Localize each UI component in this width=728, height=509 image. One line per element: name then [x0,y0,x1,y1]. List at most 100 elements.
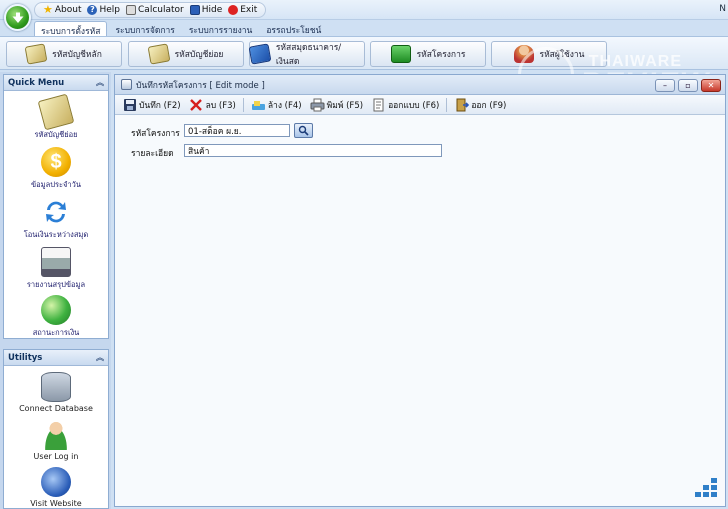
window-toolbar: บันทึก (F2) ลบ (F3) ล้าง (F4) พิมพ์ (F5)… [115,95,725,115]
tab-setup-codes[interactable]: ระบบการตั้งรหัส [34,21,108,37]
minimize-button[interactable]: – [655,79,675,92]
maximize-button[interactable]: ▫ [678,79,698,92]
bank-book-code-button[interactable]: รหัสสมุดธนาคาร/เงินสด [248,41,365,67]
exit-door-icon [454,98,469,112]
project-code-label: รหัสโครงการ [416,50,466,60]
user-code-label: รหัสผู้ใช้งาน [539,50,585,60]
print-button[interactable]: พิมพ์ (F5) [307,97,366,113]
ribbon-tabs: ระบบการตั้งรหัส ระบบการจัดการ ระบบการราย… [34,21,327,37]
save-button[interactable]: บันทึก (F2) [119,97,184,113]
floppy-disk-icon [122,98,137,112]
about-label: About [54,5,82,15]
document-icon [371,98,386,112]
quick-daily-data-label: ข้อมูลประจำวัน [31,180,81,189]
ledger-pen-icon [147,43,170,65]
calculator-icon [126,5,137,15]
quick-menu-header: Quick Menu ︽ [4,75,108,91]
clear-label: ล้าง (F4) [267,100,302,111]
detail-input[interactable] [184,144,442,157]
quick-transfer-item[interactable]: โอนเงินระหว่างสมุด [4,197,108,241]
project-code-label: รหัสโครงการ [131,129,180,139]
quick-sub-account-label: รหัสบัญชีย่อย [34,130,78,139]
app-menu-button[interactable] [4,4,31,31]
exit-label: ออก (F9) [471,100,507,111]
design-label: ออกแบบ (F6) [388,100,440,111]
quick-transfer-label: โอนเงินระหว่างสมุด [23,230,89,239]
calculator-button[interactable]: Calculator [126,5,184,15]
user-login-icon [41,420,71,450]
utility-panel: Utilitys ︽ Connect Database User Log in … [3,349,109,509]
quick-menu-title: Quick Menu [8,77,65,88]
project-blocks-icon [390,45,411,63]
magnifier-icon [298,125,309,136]
quick-daily-data-item[interactable]: $ ข้อมูลประจำวัน [4,147,108,191]
tab-utilities[interactable]: อรรถประโยชน์ [260,21,327,36]
resize-grip-icon[interactable] [689,476,719,502]
main-account-code-label: รหัสบัญชีหลัก [52,50,102,60]
star-icon: ★ [43,3,53,16]
left-sidebar: Quick Menu ︽ รหัสบัญชีย่อย $ ข้อมูลประจำ… [0,72,111,509]
close-button[interactable]: ✕ [701,79,721,92]
power-icon [228,5,239,15]
window-title: บันทึกรหัสโครงการ [ Edit mode ] [136,80,265,91]
print-label: พิมพ์ (F5) [326,100,364,111]
project-code-window: บันทึกรหัสโครงการ [ Edit mode ] – ▫ ✕ บั… [114,74,726,507]
quick-summary-report-label: รายงานสรุปข้อมูล [26,280,86,289]
red-x-icon [189,98,204,112]
collapse-chevron-icon[interactable]: ︽ [96,352,104,363]
transfer-arrows-icon [46,201,66,223]
quick-summary-report-item[interactable]: รายงานสรุปข้อมูล [4,247,108,291]
delete-label: ลบ (F3) [205,100,236,111]
main-account-code-button[interactable]: รหัสบัญชีหลัก [6,41,122,67]
utility-header: Utilitys ︽ [4,350,108,366]
calculator-label: Calculator [138,5,184,15]
hide-label: Hide [201,5,223,15]
quick-menu-panel: Quick Menu ︽ รหัสบัญชีย่อย $ ข้อมูลประจำ… [3,74,109,339]
project-code-input[interactable] [184,124,290,137]
visit-website-label: Visit Website [30,499,82,508]
hide-button[interactable]: Hide [189,5,223,15]
help-button[interactable]: ? Help [87,5,120,15]
design-button[interactable]: ออกแบบ (F6) [368,97,442,113]
detail-label: รายละเอียด [131,149,174,159]
title-bar: ★ About ? Help Calculator Hide Exit N [0,0,728,20]
save-label: บันทึก (F2) [139,100,181,111]
down-arrow-icon [12,12,23,23]
top-right-text: N [719,4,726,14]
help-label: Help [99,5,121,15]
user-login-label: User Log in [33,452,79,461]
printer-icon [41,247,71,277]
quick-sub-account-item[interactable]: รหัสบัญชีย่อย [4,93,108,141]
ledger-icon [24,43,48,65]
eraser-icon [251,98,266,112]
utility-title: Utilitys [8,352,43,363]
database-icon [41,372,71,402]
visit-website-item[interactable]: Visit Website [4,467,108,508]
window-title-bar: บันทึกรหัสโครงการ [ Edit mode ] – ▫ ✕ [115,75,725,95]
project-code-button[interactable]: รหัสโครงการ [370,41,486,67]
ribbon: รหัสบัญชีหลัก รหัสบัญชีย่อย รหัสสมุดธนาค… [0,36,728,103]
collapse-chevron-icon[interactable]: ︽ [96,77,104,88]
bank-book-icon [248,43,272,65]
tab-reports[interactable]: ระบบการรายงาน [183,21,258,36]
sub-account-code-button[interactable]: รหัสบัญชีย่อย [128,41,244,67]
connect-database-label: Connect Database [19,404,93,413]
user-login-item[interactable]: User Log in [4,420,108,461]
quick-access-toolbar: ★ About ? Help Calculator Hide Exit [34,2,267,18]
exit-button[interactable]: Exit [228,5,257,15]
delete-button[interactable]: ลบ (F3) [186,97,239,113]
exit-label: Exit [240,5,258,15]
connect-database-item[interactable]: Connect Database [4,372,108,413]
exit-window-button[interactable]: ออก (F9) [451,97,509,113]
about-button[interactable]: ★ About [43,3,82,16]
search-button[interactable] [294,123,313,138]
tab-management[interactable]: ระบบการจัดการ [109,21,180,36]
toolbar-separator [242,97,244,112]
quick-financial-status-item[interactable]: สถานะการเงิน [4,295,108,339]
toolbar-separator [446,97,448,112]
printer-icon [310,98,325,112]
user-code-button[interactable]: รหัสผู้ใช้งาน [491,41,607,67]
pie-chart-icon [41,295,71,325]
window-controls: – ▫ ✕ [655,79,721,92]
clear-button[interactable]: ล้าง (F4) [248,97,305,113]
